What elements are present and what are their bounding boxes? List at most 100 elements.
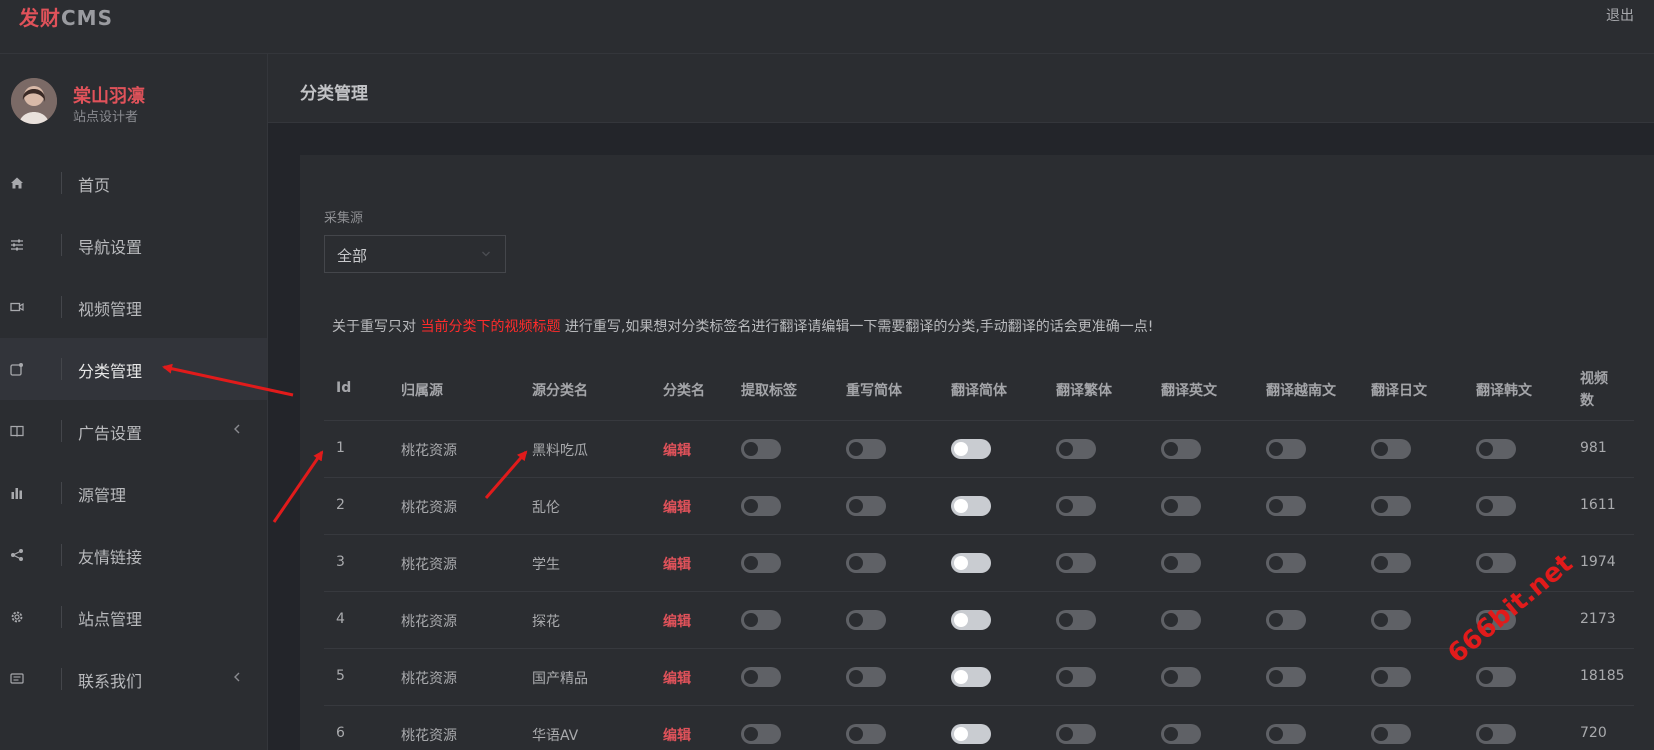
toggle-switch[interactable]	[846, 724, 886, 744]
sidebar-item-nav-settings[interactable]: 导航设置	[0, 214, 267, 276]
cell-video-count: 18185	[1580, 668, 1625, 684]
logout-button[interactable]: 退出	[1606, 5, 1634, 25]
toggle-switch[interactable]	[1476, 553, 1516, 573]
toggle-knob	[1479, 442, 1493, 456]
toggle-switch[interactable]	[1476, 667, 1516, 687]
toggle-switch[interactable]	[741, 553, 781, 573]
sidebar-item-video[interactable]: 视频管理	[0, 276, 267, 338]
message-icon	[10, 673, 24, 684]
toggle-switch[interactable]	[1371, 610, 1411, 630]
toggle-switch[interactable]	[846, 610, 886, 630]
toggle-switch[interactable]	[1056, 553, 1096, 573]
toggle-knob	[954, 442, 968, 456]
nav-divider	[61, 482, 62, 504]
toggle-knob	[1479, 556, 1493, 570]
toggle-switch[interactable]	[741, 667, 781, 687]
toggle-switch[interactable]	[846, 439, 886, 459]
toggle-switch[interactable]	[1371, 496, 1411, 516]
avatar[interactable]	[11, 78, 57, 124]
toggle-switch[interactable]	[741, 439, 781, 459]
toggle-switch[interactable]	[1056, 667, 1096, 687]
toggle-switch[interactable]	[846, 496, 886, 516]
toggle-switch[interactable]	[1371, 439, 1411, 459]
source-select[interactable]: 全部	[324, 235, 506, 273]
toggle-switch[interactable]	[1476, 724, 1516, 744]
toggle-knob	[954, 556, 968, 570]
logo[interactable]: 发财CMS	[19, 2, 113, 31]
col-header-source-category: 源分类名	[532, 383, 588, 399]
sidebar-item-ads[interactable]: 广告设置	[0, 400, 267, 462]
toggle-switch[interactable]	[1266, 724, 1306, 744]
toggle-switch[interactable]	[951, 496, 991, 516]
toggle-switch[interactable]	[1266, 553, 1306, 573]
toggle-knob	[744, 613, 758, 627]
col-header-translate-vietnamese: 翻译越南文	[1266, 383, 1336, 399]
sidebar-item-label: 广告设置	[78, 424, 143, 443]
toggle-switch[interactable]	[846, 667, 886, 687]
toggle-switch[interactable]	[741, 610, 781, 630]
profile-name: 棠山羽凛	[73, 86, 145, 107]
toggle-switch[interactable]	[1161, 496, 1201, 516]
toggle-knob	[1059, 670, 1073, 684]
edit-button[interactable]: 编辑	[663, 668, 691, 688]
toggle-knob	[954, 727, 968, 741]
toggle-knob	[1059, 499, 1073, 513]
toggle-switch[interactable]	[1476, 439, 1516, 459]
toggle-switch[interactable]	[951, 553, 991, 573]
toggle-switch[interactable]	[951, 667, 991, 687]
toggle-switch[interactable]	[1161, 610, 1201, 630]
notice-text-after: 进行重写,如果想对分类标签名进行翻译请编辑一下需要翻译的分类,手动翻译的话会更准…	[560, 319, 1154, 335]
toggle-switch[interactable]	[951, 439, 991, 459]
book-icon	[10, 425, 24, 437]
sidebar-item-friend-links[interactable]: 友情链接	[0, 524, 267, 586]
toggle-switch[interactable]	[1056, 610, 1096, 630]
toggle-switch[interactable]	[1056, 439, 1096, 459]
cell-id: 5	[336, 668, 345, 684]
table-header: Id 归属源 源分类名 分类名 提取标签 重写简体 翻译简体 翻译繁体 翻译英文…	[324, 358, 1634, 421]
toggle-switch[interactable]	[951, 724, 991, 744]
edit-button[interactable]: 编辑	[663, 497, 691, 517]
sidebar-item-label: 联系我们	[78, 672, 143, 691]
toggle-switch[interactable]	[741, 496, 781, 516]
toggle-switch[interactable]	[741, 724, 781, 744]
sidebar-item-label: 导航设置	[78, 238, 143, 257]
col-header-category: 分类名	[663, 383, 705, 399]
col-header-extract-tags: 提取标签	[741, 383, 797, 399]
toggle-switch[interactable]	[1056, 496, 1096, 516]
video-icon	[10, 302, 24, 312]
sidebar-item-category[interactable]: 分类管理	[0, 338, 267, 400]
toggle-knob	[1479, 499, 1493, 513]
cell-id: 3	[336, 554, 345, 570]
edit-button[interactable]: 编辑	[663, 554, 691, 574]
edit-button[interactable]: 编辑	[663, 725, 691, 745]
nav-divider	[61, 420, 62, 442]
toggle-switch[interactable]	[1161, 667, 1201, 687]
toggle-switch[interactable]	[1161, 439, 1201, 459]
sidebar-item-contact[interactable]: 联系我们	[0, 648, 267, 710]
toggle-switch[interactable]	[1371, 724, 1411, 744]
toggle-switch[interactable]	[1476, 496, 1516, 516]
toggle-switch[interactable]	[1266, 667, 1306, 687]
toggle-switch[interactable]	[1266, 610, 1306, 630]
toggle-switch[interactable]	[1161, 553, 1201, 573]
toggle-knob	[849, 670, 863, 684]
toggle-switch[interactable]	[1266, 496, 1306, 516]
edit-button[interactable]: 编辑	[663, 611, 691, 631]
toggle-switch[interactable]	[1476, 610, 1516, 630]
cell-source: 桃花资源	[401, 614, 457, 630]
toggle-switch[interactable]	[951, 610, 991, 630]
sidebar-item-site[interactable]: 站点管理	[0, 586, 267, 648]
toggle-switch[interactable]	[1161, 724, 1201, 744]
toggle-switch[interactable]	[846, 553, 886, 573]
sidebar-item-home[interactable]: 首页	[0, 152, 267, 214]
toggle-switch[interactable]	[1371, 553, 1411, 573]
cell-id: 2	[336, 497, 345, 513]
sidebar-item-source[interactable]: 源管理	[0, 462, 267, 524]
logo-text-primary: 发财	[19, 6, 61, 30]
toggle-switch[interactable]	[1056, 724, 1096, 744]
toggle-knob	[1059, 442, 1073, 456]
toggle-knob	[1059, 613, 1073, 627]
toggle-switch[interactable]	[1371, 667, 1411, 687]
toggle-switch[interactable]	[1266, 439, 1306, 459]
edit-button[interactable]: 编辑	[663, 440, 691, 460]
